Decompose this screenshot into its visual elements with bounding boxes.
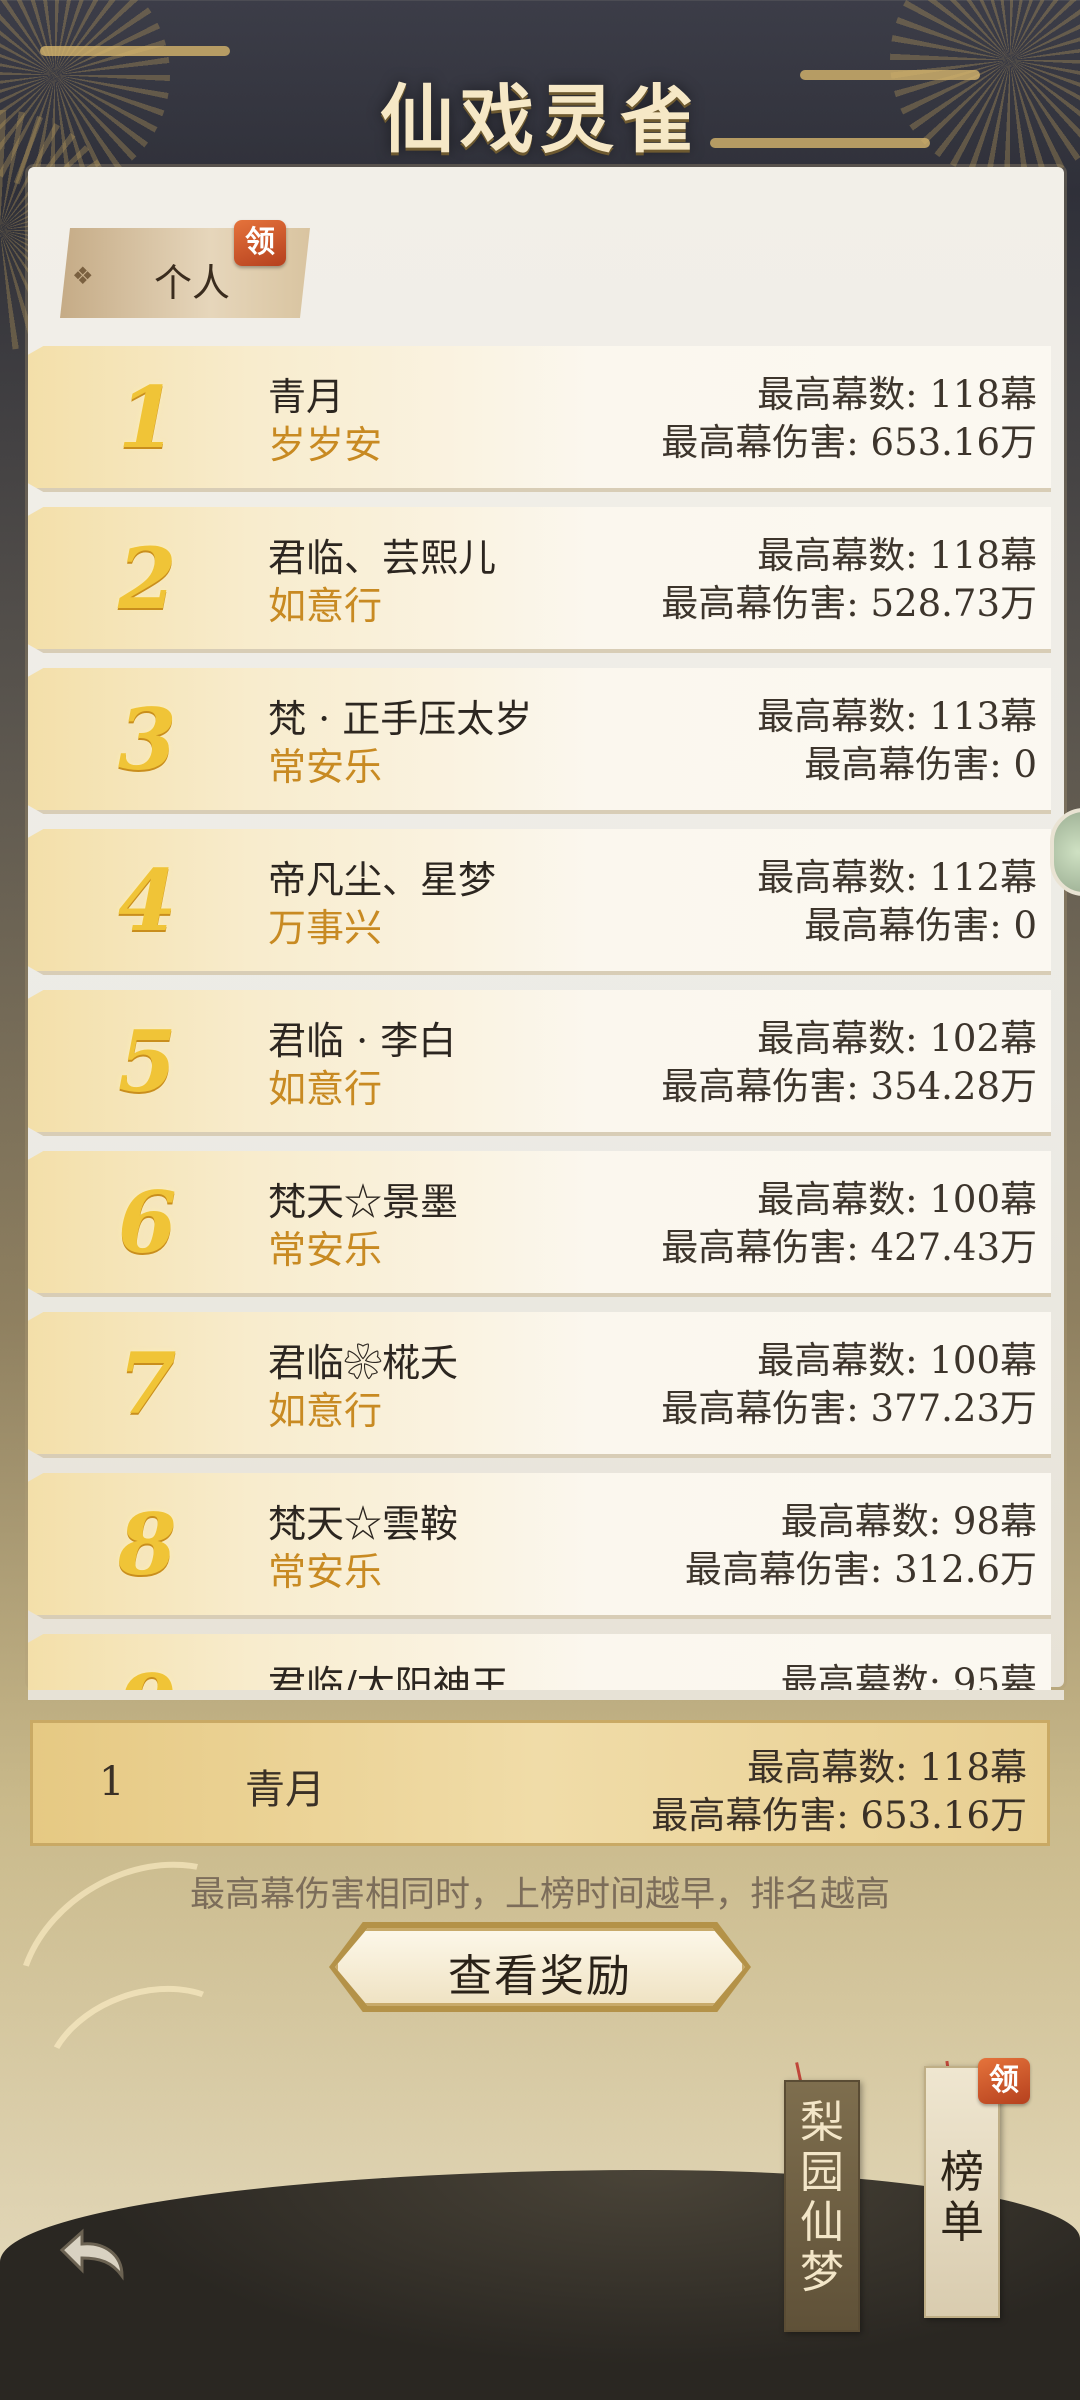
player-name: 君临 · 李白	[268, 1019, 457, 1063]
max-act-stat: 最高幕数: 100幕	[757, 1178, 1037, 1221]
rank-number: 1	[118, 368, 177, 467]
max-act-stat: 最高幕数: 113幕	[757, 695, 1037, 738]
max-act-stat: 最高幕数: 95幕	[780, 1661, 1037, 1690]
tab-personal-label: 个人	[154, 261, 231, 305]
my-max-damage-stat: 最高幕伤害: 653.16万	[651, 1794, 1027, 1837]
rank-number: 7	[118, 1334, 177, 1433]
ranking-row-partial[interactable]: 9 君临/太阳神王 最高幕数: 95幕	[28, 1634, 1051, 1690]
guild-name: 如意行	[268, 1389, 383, 1433]
rank-number: 6	[118, 1173, 177, 1272]
guild-name: 如意行	[268, 1067, 383, 1111]
player-name: 帝凡尘、星梦	[268, 858, 497, 902]
max-damage-stat: 最高幕伤害: 377.23万	[661, 1387, 1037, 1430]
max-damage-stat: 最高幕伤害: 653.16万	[661, 421, 1037, 464]
view-reward-label: 查看奖励	[448, 1951, 632, 2002]
rank-number: 3	[118, 690, 177, 789]
max-damage-stat: 最高幕伤害: 528.73万	[661, 582, 1037, 625]
player-name: 梵天☆景墨	[268, 1180, 459, 1224]
guild-name: 常安乐	[268, 745, 383, 789]
max-damage-stat: 最高幕伤害: 354.28万	[661, 1065, 1037, 1108]
claim-badge: 领	[234, 220, 286, 266]
rank-number: 9	[118, 1656, 176, 1690]
panel-footer	[28, 1690, 1064, 1700]
rank-number: 2	[118, 529, 177, 628]
claim-badge: 领	[978, 2058, 1030, 2104]
my-ranking-bar: 1 青月 最高幕数: 118幕 最高幕伤害: 653.16万	[30, 1720, 1050, 1846]
ranking-row[interactable]: 6 梵天☆景墨 常安乐 最高幕数: 100幕 最高幕伤害: 427.43万	[28, 1151, 1051, 1297]
max-act-stat: 最高幕数: 100幕	[757, 1339, 1037, 1382]
player-name: 君临/太阳神王	[268, 1663, 509, 1690]
player-name: 君临、芸熙儿	[268, 536, 497, 580]
player-name: 君临❀椛夭	[268, 1341, 459, 1385]
ranking-row[interactable]: 2 君临、芸熙儿 如意行 最高幕数: 118幕 最高幕伤害: 528.73万	[28, 507, 1051, 653]
rank-number: 5	[118, 1012, 177, 1111]
back-arrow-icon[interactable]	[52, 2220, 132, 2290]
guild-name: 常安乐	[268, 1228, 383, 1272]
rank-number: 8	[118, 1495, 177, 1594]
ranking-row[interactable]: 1 青月 岁岁安 最高幕数: 118幕 最高幕伤害: 653.16万	[28, 346, 1051, 492]
ground-decoration	[0, 2170, 1080, 2400]
page-title: 仙戏灵雀	[380, 77, 700, 163]
max-act-stat: 最高幕数: 118幕	[757, 534, 1037, 577]
tag-liyuan-xianmeng-label: 梨园仙梦	[800, 2097, 844, 2298]
tag-liyuan-xianmeng[interactable]: 梨园仙梦	[784, 2080, 860, 2332]
ranking-row[interactable]: 8 梵天☆雲鞍 常安乐 最高幕数: 98幕 最高幕伤害: 312.6万	[28, 1473, 1051, 1619]
max-act-stat: 最高幕数: 112幕	[757, 856, 1037, 899]
max-act-stat: 最高幕数: 118幕	[757, 373, 1037, 416]
ranking-list[interactable]: 1 青月 岁岁安 最高幕数: 118幕 最高幕伤害: 653.16万 2 君临、…	[28, 340, 1056, 1690]
ranking-row[interactable]: 5 君临 · 李白 如意行 最高幕数: 102幕 最高幕伤害: 354.28万	[28, 990, 1051, 1136]
player-name: 梵 · 正手压太岁	[268, 697, 533, 741]
player-name: 青月	[268, 375, 345, 419]
ranking-row[interactable]: 4 帝凡尘、星梦 万事兴 最高幕数: 112幕 最高幕伤害: 0	[28, 829, 1051, 975]
guild-name: 岁岁安	[268, 423, 383, 467]
my-player-name: 青月	[245, 1767, 325, 1813]
guild-name: 万事兴	[268, 906, 383, 950]
max-act-stat: 最高幕数: 102幕	[757, 1017, 1037, 1060]
max-damage-stat: 最高幕伤害: 0	[804, 743, 1037, 786]
diamond-icon: ❖	[72, 262, 94, 290]
my-max-act-stat: 最高幕数: 118幕	[747, 1746, 1027, 1789]
max-damage-stat: 最高幕伤害: 312.6万	[684, 1548, 1037, 1591]
ranking-row[interactable]: 7 君临❀椛夭 如意行 最高幕数: 100幕 最高幕伤害: 377.23万	[28, 1312, 1051, 1458]
player-name: 梵天☆雲鞍	[268, 1502, 459, 1546]
rank-number: 4	[118, 851, 177, 950]
tag-leaderboard-label: 榜单	[940, 2147, 984, 2248]
guild-name: 如意行	[268, 584, 383, 628]
max-damage-stat: 最高幕伤害: 427.43万	[661, 1226, 1037, 1269]
max-damage-stat: 最高幕伤害: 0	[804, 904, 1037, 947]
ranking-row[interactable]: 3 梵 · 正手压太岁 常安乐 最高幕数: 113幕 最高幕伤害: 0	[28, 668, 1051, 814]
my-rank-number: 1	[99, 1759, 125, 1805]
cloud-swirl-decoration	[40, 46, 230, 56]
guild-name: 常安乐	[268, 1550, 383, 1594]
max-act-stat: 最高幕数: 98幕	[780, 1500, 1037, 1543]
